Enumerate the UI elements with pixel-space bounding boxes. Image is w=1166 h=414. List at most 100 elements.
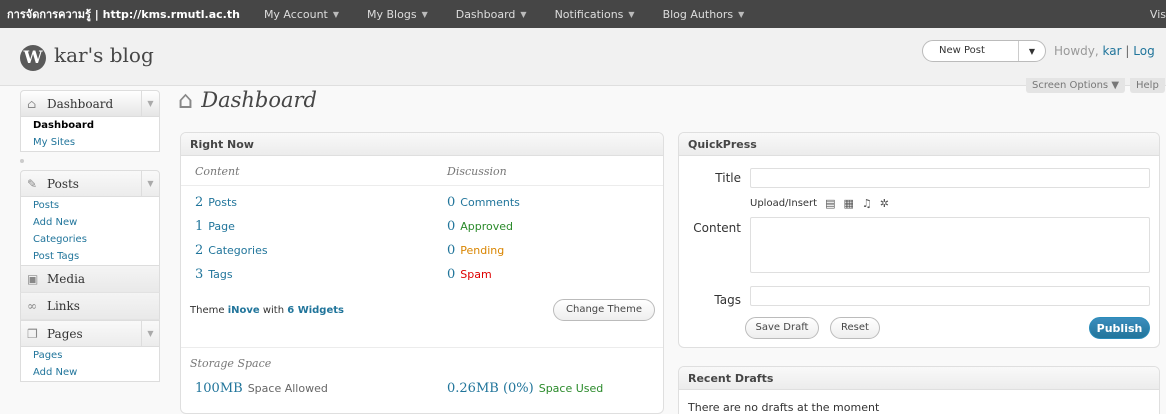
- caret-down-icon: ▼: [520, 9, 527, 19]
- submenu-item-my-sites[interactable]: My Sites: [21, 134, 159, 151]
- admin-bar-menu-label: My Account: [263, 7, 328, 21]
- howdy-text: Howdy,: [1054, 44, 1099, 58]
- posts-submenu: Posts Add New Categories Post Tags: [20, 197, 160, 266]
- admin-bar-my-blogs[interactable]: My Blogs ▼: [353, 8, 442, 21]
- content-row-categories[interactable]: 2 Categories: [195, 243, 268, 258]
- wordpress-logo-icon: W: [20, 45, 46, 71]
- caret-down-icon: ▼: [738, 9, 745, 19]
- content-row-tags[interactable]: 3 Tags: [195, 267, 233, 282]
- sidebar-item-media[interactable]: ▣ Media: [20, 266, 160, 293]
- discussion-row-comments[interactable]: 0 Comments: [447, 195, 520, 210]
- admin-bar: การจัดการความรู้ | http://kms.rmutl.ac.t…: [0, 0, 1166, 28]
- content-column-heading: Content: [195, 165, 240, 178]
- sidebar-item-dashboard[interactable]: ⌂ Dashboard ▼: [20, 90, 160, 117]
- screen-options-button[interactable]: Screen Options ▼: [1026, 78, 1126, 93]
- chevron-down-icon[interactable]: ▼: [141, 171, 159, 196]
- change-theme-button[interactable]: Change Theme: [553, 299, 655, 321]
- count[interactable]: 3: [195, 267, 203, 282]
- content-label: Content: [693, 221, 741, 235]
- theme-info: Theme iNove with 6 Widgets: [190, 305, 344, 316]
- label[interactable]: Spam: [460, 268, 491, 281]
- admin-bar-notifications[interactable]: Notifications ▼: [541, 8, 649, 21]
- submenu-item-dashboard[interactable]: Dashboard: [21, 117, 159, 134]
- title-input[interactable]: [750, 168, 1150, 188]
- quickpress-widget: QuickPress Title Upload/Insert ▤ ▦ ♫ ✲ C…: [678, 132, 1160, 348]
- blog-title-link[interactable]: kar's blog: [54, 43, 154, 67]
- link-icon: ∞: [27, 299, 37, 313]
- upload-insert-toolbar: Upload/Insert ▤ ▦ ♫ ✲: [750, 197, 889, 210]
- label[interactable]: Pending: [460, 244, 504, 257]
- content-textarea[interactable]: [750, 217, 1150, 273]
- space-allowed-label: Space Allowed: [247, 382, 328, 395]
- space-used: 0.26MB (0%) Space Used: [447, 381, 603, 396]
- discussion-column-heading: Discussion: [447, 165, 507, 178]
- count[interactable]: 2: [195, 195, 203, 210]
- widget-title[interactable]: Recent Drafts: [679, 367, 1159, 390]
- admin-bar-visit-link[interactable]: Vis: [1150, 8, 1166, 21]
- submenu-item-add-new-page[interactable]: Add New: [21, 364, 159, 381]
- sidebar-item-label: Media: [47, 272, 86, 286]
- discussion-row-pending[interactable]: 0 Pending: [447, 243, 504, 258]
- count[interactable]: 1: [195, 219, 203, 234]
- admin-bar-menu-label: Dashboard: [455, 7, 516, 21]
- count[interactable]: 0: [447, 267, 455, 282]
- menu-separator: [20, 152, 160, 170]
- sidebar-item-posts[interactable]: ✎ Posts ▼: [20, 170, 160, 197]
- admin-bar-dashboard[interactable]: Dashboard ▼: [442, 8, 541, 21]
- sidebar-item-label: Dashboard: [47, 96, 114, 111]
- recent-drafts-widget: Recent Drafts There are no drafts at the…: [678, 366, 1160, 414]
- label[interactable]: Approved: [460, 220, 513, 233]
- submenu-item-post-tags[interactable]: Post Tags: [21, 248, 159, 265]
- chevron-down-icon[interactable]: ▼: [1019, 47, 1045, 56]
- count[interactable]: 0: [447, 219, 455, 234]
- widget-title[interactable]: QuickPress: [679, 133, 1159, 156]
- logout-link[interactable]: Log: [1133, 44, 1154, 58]
- label[interactable]: Page: [208, 220, 235, 233]
- new-post-label[interactable]: New Post: [923, 41, 1019, 61]
- sidebar-item-pages[interactable]: ❐ Pages ▼: [20, 320, 160, 347]
- new-post-dropdown[interactable]: New Post ▼: [922, 40, 1046, 62]
- add-video-icon[interactable]: ▦: [844, 197, 854, 210]
- add-audio-icon[interactable]: ♫: [862, 197, 872, 210]
- right-now-widget: Right Now Content Discussion 2 Posts 1 Pag…: [180, 132, 664, 414]
- content-row-posts[interactable]: 2 Posts: [195, 195, 237, 210]
- widget-title[interactable]: Right Now: [181, 133, 663, 156]
- save-draft-button[interactable]: Save Draft: [745, 317, 819, 339]
- admin-bar-my-account[interactable]: My Account ▼: [250, 8, 353, 21]
- help-button[interactable]: Help: [1130, 78, 1165, 93]
- chevron-down-icon[interactable]: ▼: [141, 321, 159, 346]
- theme-name-link[interactable]: iNove: [228, 305, 260, 316]
- label[interactable]: Comments: [460, 196, 520, 209]
- add-media-icon[interactable]: ✲: [880, 197, 889, 210]
- tags-input[interactable]: [750, 286, 1150, 306]
- count[interactable]: 0: [447, 243, 455, 258]
- submenu-item-posts[interactable]: Posts: [21, 197, 159, 214]
- add-image-icon[interactable]: ▤: [825, 197, 835, 210]
- admin-bar-site-link[interactable]: การจัดการความรู้ | http://kms.rmutl.ac.t…: [0, 5, 250, 23]
- title-label: Title: [715, 171, 741, 185]
- publish-button[interactable]: Publish: [1089, 317, 1150, 339]
- content-row-page[interactable]: 1 Page: [195, 219, 235, 234]
- count[interactable]: 0: [447, 195, 455, 210]
- widgets-link[interactable]: 6 Widgets: [287, 305, 344, 316]
- admin-sidebar: ⌂ Dashboard ▼ Dashboard My Sites ✎ Posts…: [20, 90, 160, 382]
- label[interactable]: Categories: [208, 244, 267, 257]
- submenu-item-pages[interactable]: Pages: [21, 347, 159, 364]
- admin-bar-blog-authors[interactable]: Blog Authors ▼: [649, 8, 759, 21]
- user-name-link[interactable]: kar: [1103, 44, 1122, 58]
- space-used-value: 0.26MB (0%): [447, 381, 534, 396]
- label[interactable]: Posts: [208, 196, 237, 209]
- reset-button[interactable]: Reset: [830, 317, 880, 339]
- discussion-row-spam[interactable]: 0 Spam: [447, 267, 492, 282]
- submenu-item-add-new[interactable]: Add New: [21, 214, 159, 231]
- label[interactable]: Tags: [208, 268, 232, 281]
- submenu-item-categories[interactable]: Categories: [21, 231, 159, 248]
- chevron-down-icon[interactable]: ▼: [141, 91, 159, 116]
- dashboard-submenu: Dashboard My Sites: [20, 117, 160, 152]
- discussion-row-approved[interactable]: 0 Approved: [447, 219, 513, 234]
- sidebar-item-label: Pages: [47, 326, 83, 341]
- count[interactable]: 2: [195, 243, 203, 258]
- page-title: ⌂ Dashboard: [178, 86, 317, 114]
- sidebar-item-links[interactable]: ∞ Links: [20, 293, 160, 320]
- home-icon: ⌂: [27, 96, 37, 111]
